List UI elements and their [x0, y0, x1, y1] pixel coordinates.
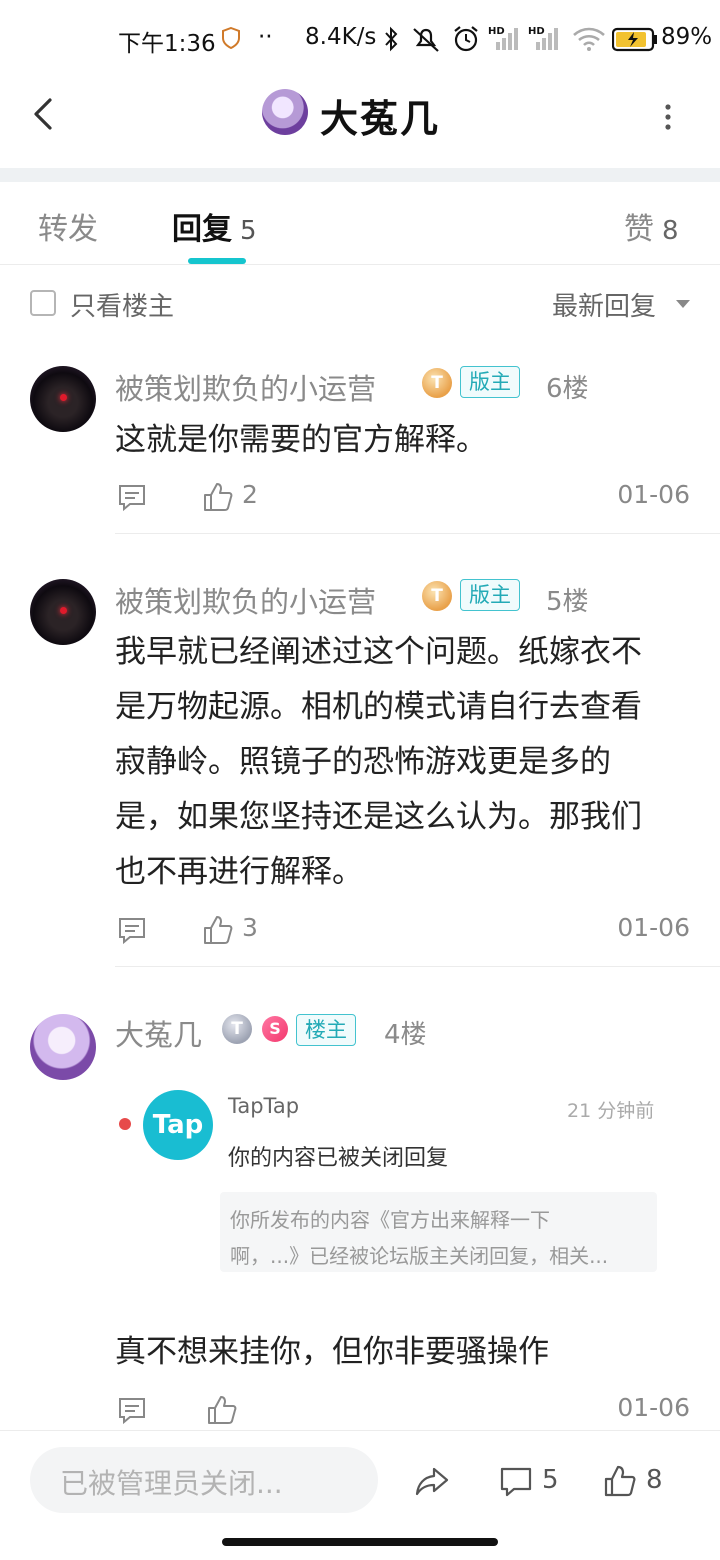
moderator-badge: 版主: [460, 366, 520, 398]
bottom-bar: 已被管理员关闭... 5 8: [0, 1430, 720, 1531]
comment-actions: 3 01-06: [115, 913, 690, 953]
comment-date: 01-06: [617, 480, 690, 509]
embed-sender: TapTap: [228, 1094, 300, 1118]
tab-bar: 转发 回复 5 赞8: [0, 182, 720, 265]
battery-icon: [612, 27, 657, 52]
reply-icon[interactable]: [115, 1393, 149, 1427]
signal-icon-2: HD: [528, 26, 560, 52]
reply-icon[interactable]: [115, 480, 149, 514]
wifi-icon: [573, 27, 605, 51]
tab-forward[interactable]: 转发: [38, 204, 98, 248]
tab-likes[interactable]: 赞8: [624, 204, 679, 248]
alarm-icon: [454, 26, 478, 52]
nav-bar: 大菟几: [0, 80, 720, 170]
home-indicator[interactable]: [222, 1538, 498, 1546]
comment-icon[interactable]: [498, 1463, 534, 1499]
like-icon[interactable]: [201, 913, 235, 947]
back-arrow-icon[interactable]: [24, 94, 64, 134]
dots-icon: ··: [258, 24, 273, 50]
status-bar: 下午1:36 ·· 8.4K/s HD HD 89%: [0, 0, 720, 80]
embed-time: 21 分钟前: [567, 1100, 655, 1122]
filter-row: 只看楼主 最新回复: [0, 270, 720, 336]
tab-replies-count: 5: [240, 216, 257, 246]
shield-icon: [222, 27, 240, 49]
like-icon[interactable]: [602, 1463, 638, 1499]
comment-divider: [115, 966, 720, 967]
comment-text: 我早就已经阐述过这个问题。纸嫁衣不 是万物起源。相机的模式请自行去查看 寂静岭。…: [115, 634, 642, 890]
caret-down-icon[interactable]: [676, 300, 690, 308]
signal-icon: HD: [488, 26, 520, 52]
tab-likes-count: 8: [662, 216, 679, 246]
tab-likes-label: 赞: [624, 212, 654, 247]
embed-line: 啊，...》已经被论坛版主关闭回复，相关...: [230, 1244, 609, 1268]
sort-dropdown[interactable]: 最新回复: [552, 286, 656, 323]
op-badge: 楼主: [296, 1014, 356, 1046]
avatar[interactable]: [30, 366, 96, 432]
status-time: 下午1:36: [118, 31, 216, 57]
reply-icon[interactable]: [115, 913, 149, 947]
header-avatar[interactable]: [262, 89, 308, 135]
reply-input[interactable]: 已被管理员关闭...: [30, 1447, 378, 1513]
comment-actions: 2 01-06: [115, 480, 690, 520]
comment-actions: 01-06: [115, 1393, 690, 1433]
tab-replies[interactable]: 回复 5: [172, 204, 257, 248]
level-badge-icon: T: [422, 368, 452, 398]
net-speed: 8.4K/s: [305, 24, 377, 50]
tab-forward-label: 转发: [38, 212, 98, 247]
embedded-screenshot[interactable]: Tap TapTap 21 分钟前 你的内容已被关闭回复 你所发布的内容《官方出…: [115, 1082, 675, 1282]
floor-number: 5楼: [546, 587, 589, 617]
tab-indicator: [188, 258, 246, 264]
tab-replies-label: 回复: [172, 212, 232, 247]
comment-text: 真不想来挂你，但你非要骚操作: [115, 1334, 549, 1370]
embed-title: 你的内容已被关闭回复: [228, 1146, 449, 1171]
like-icon[interactable]: [201, 480, 235, 514]
like-count: 8: [646, 1465, 663, 1495]
floor-number: 4楼: [384, 1020, 427, 1050]
page-title: 大菟几: [320, 97, 441, 141]
only-op-checkbox[interactable]: [30, 290, 56, 316]
avatar[interactable]: [30, 579, 96, 645]
share-icon[interactable]: [414, 1463, 450, 1499]
comment-username[interactable]: 被策划欺负的小运营: [115, 579, 376, 621]
comment-text: 这就是你需要的官方解释。: [115, 422, 487, 458]
reply-input-placeholder: 已被管理员关闭...: [60, 1467, 283, 1500]
like-count: 2: [242, 480, 258, 509]
like-count: 3: [242, 913, 258, 942]
taptap-logo: Tap: [143, 1090, 213, 1160]
embed-message-box: 你所发布的内容《官方出来解释一下 啊，...》已经被论坛版主关闭回复，相关...: [220, 1192, 657, 1272]
more-options-icon[interactable]: [664, 104, 672, 130]
bluetooth-icon: [385, 26, 398, 52]
comment-date: 01-06: [617, 1393, 690, 1422]
avatar[interactable]: [30, 1014, 96, 1080]
special-badge-icon: S: [262, 1016, 288, 1042]
embed-line: 你所发布的内容《官方出来解释一下: [230, 1208, 550, 1232]
level-badge-icon: T: [422, 581, 452, 611]
floor-number: 6楼: [546, 374, 589, 404]
battery-percent: 89%: [661, 24, 713, 50]
comment-username[interactable]: 被策划欺负的小运营: [115, 366, 376, 408]
moderator-badge: 版主: [460, 579, 520, 611]
level-badge-icon: T: [222, 1014, 252, 1044]
mute-icon: [413, 28, 439, 52]
comment-date: 01-06: [617, 913, 690, 942]
unread-dot: [119, 1118, 131, 1130]
comment-count: 5: [542, 1465, 559, 1495]
section-divider: [0, 168, 720, 182]
only-op-label[interactable]: 只看楼主: [70, 286, 174, 323]
comment-username[interactable]: 大菟几: [115, 1012, 202, 1054]
like-icon[interactable]: [205, 1393, 239, 1427]
comment-divider: [115, 533, 720, 534]
